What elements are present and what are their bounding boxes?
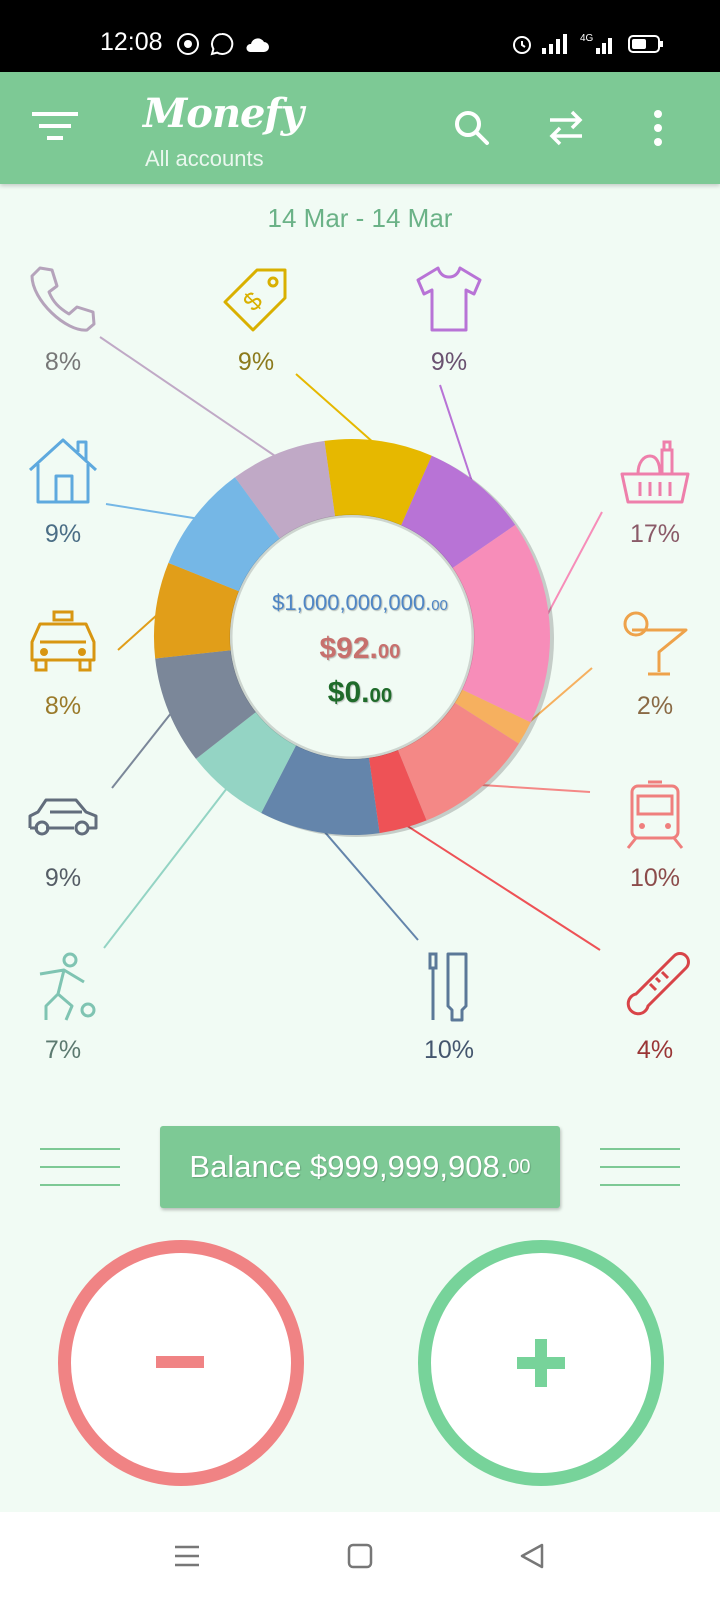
house-icon [28, 438, 98, 504]
leader-line-house [105, 503, 201, 521]
category-percent: 2% [636, 692, 674, 720]
system-nav-bar [0, 1512, 720, 1600]
category-sports[interactable]: 7% [8, 950, 118, 1065]
expense-amount: $92.00 [319, 632, 401, 665]
tshirt-icon [416, 266, 482, 332]
toothbrush-icon [428, 952, 468, 1022]
category-percent: 9% [237, 348, 275, 376]
total-amount: $1,000,000,000.00 [272, 590, 448, 615]
svg-text:$: $ [237, 285, 269, 317]
balance-button[interactable]: Balance $999,999,908. 00 [160, 1126, 560, 1208]
leader-line-gifts [295, 373, 379, 448]
cocktail-icon [623, 611, 688, 676]
category-percent: 9% [430, 348, 468, 376]
category-taxi[interactable]: 8% [8, 606, 118, 721]
category-percent: 7% [44, 1036, 82, 1064]
accounts-menu-handle[interactable] [40, 1148, 120, 1202]
add-income-button[interactable] [418, 1240, 664, 1486]
category-percent: 9% [44, 520, 82, 548]
phone-icon [30, 266, 96, 332]
thermometer-icon [626, 952, 690, 1016]
category-percent: 10% [423, 1036, 475, 1064]
category-gifts[interactable]: $ 9% [201, 262, 311, 377]
minus-icon [156, 1356, 204, 1368]
category-percent: 8% [44, 692, 82, 720]
category-toiletries[interactable]: 10% [394, 950, 504, 1065]
price-tag-icon: $ [223, 268, 287, 332]
income-amount: $0.00 [327, 676, 393, 709]
plus-icon [517, 1339, 565, 1387]
back-icon[interactable] [518, 1542, 546, 1570]
categories-menu-handle[interactable] [600, 1148, 680, 1202]
expense-donut-chart[interactable] [0, 0, 720, 1100]
category-drinks[interactable]: 2% [600, 606, 710, 721]
home-icon[interactable] [346, 1542, 374, 1570]
category-percent: 9% [44, 864, 82, 892]
category-house[interactable]: 9% [8, 434, 118, 549]
leader-line-groceries [542, 511, 603, 623]
category-phone[interactable]: 8% [8, 262, 118, 377]
category-percent: 4% [636, 1036, 674, 1064]
recent-apps-icon[interactable] [173, 1542, 201, 1570]
car-icon [28, 798, 98, 836]
train-icon [626, 780, 684, 849]
category-percent: 17% [629, 520, 681, 548]
category-car[interactable]: 9% [8, 778, 118, 893]
taxi-icon [30, 610, 96, 672]
leader-line-car [111, 708, 175, 789]
leader-line-health [401, 821, 601, 951]
leader-line-toiletries [319, 825, 419, 941]
category-transport[interactable]: 10% [600, 778, 710, 893]
category-percent: 8% [44, 348, 82, 376]
soccer-player-icon [39, 952, 96, 1021]
category-health[interactable]: 4% [600, 950, 710, 1065]
grocery-basket-icon [620, 440, 690, 504]
leader-line-sports [103, 784, 231, 949]
leader-line-transport [474, 783, 591, 793]
category-clothes[interactable]: 9% [394, 262, 504, 377]
category-groceries[interactable]: 17% [600, 434, 710, 549]
category-percent: 10% [629, 864, 681, 892]
add-expense-button[interactable] [58, 1240, 304, 1486]
